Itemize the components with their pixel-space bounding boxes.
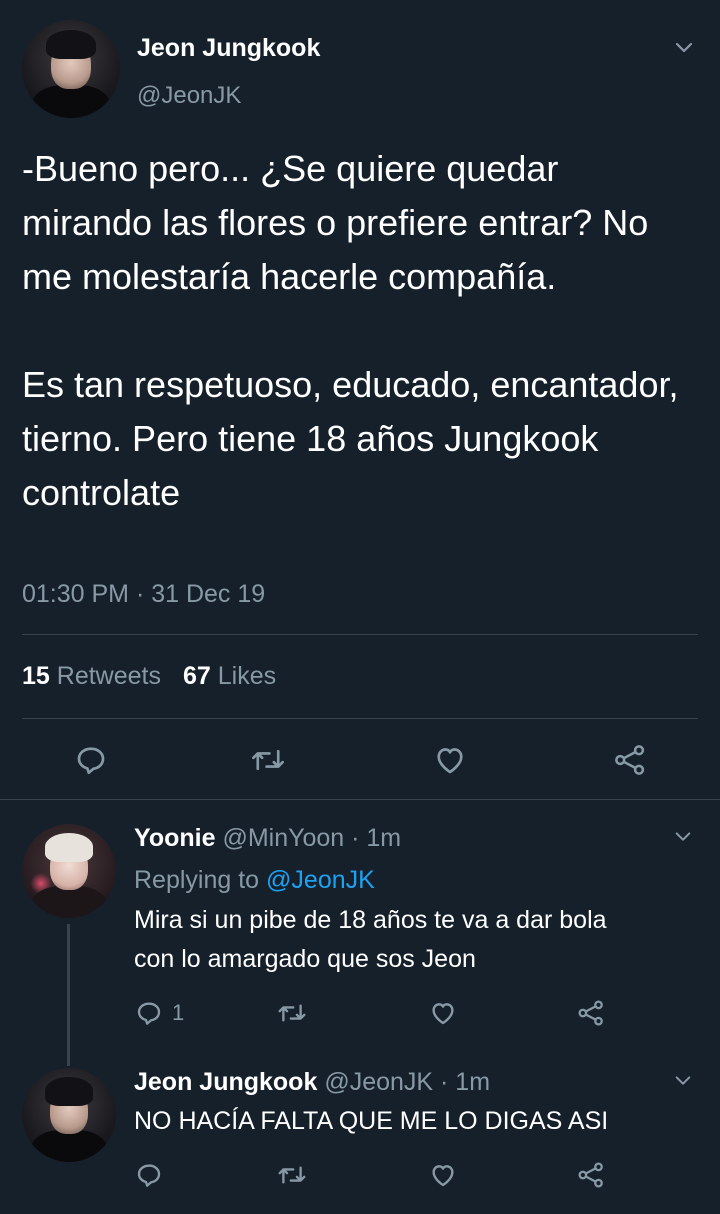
reply-button[interactable]	[134, 1160, 164, 1190]
tweet-thread-screen: Jeon Jungkook @JeonJK -Bueno pero... ¿Se…	[0, 0, 720, 1214]
main-tweet: Jeon Jungkook @JeonJK -Bueno pero... ¿Se…	[0, 0, 720, 800]
thread-connector	[67, 924, 70, 1066]
retweets-count: 15	[22, 662, 50, 690]
avatar[interactable]	[22, 1068, 116, 1162]
reply-button[interactable]	[73, 742, 109, 778]
reply-header: Jeon Jungkook @JeonJK · 1m	[134, 1068, 490, 1097]
share-icon	[578, 1000, 603, 1026]
reply-count: 1	[172, 1000, 185, 1025]
likes-stat[interactable]: 67 Likes	[183, 662, 276, 690]
retweet-icon	[252, 749, 284, 771]
replying-to: Replying to @JeonJK	[134, 866, 375, 895]
like-icon	[432, 1165, 454, 1187]
replying-prefix: Replying to	[134, 866, 260, 894]
like-icon	[437, 748, 463, 774]
author-handle[interactable]: @JeonJK	[137, 82, 241, 110]
divider	[22, 634, 698, 635]
share-button[interactable]	[576, 1160, 606, 1190]
reply-icon	[77, 747, 105, 775]
reply-text: Mira si un pibe de 18 años te va a dar b…	[134, 906, 607, 973]
reply-button[interactable]: 1	[134, 998, 184, 1028]
retweet-icon	[278, 1004, 306, 1022]
likes-count: 67	[182, 662, 211, 690]
reply-header: Yoonie @MinYoon · 1m	[134, 824, 401, 853]
divider	[22, 718, 698, 719]
author-name[interactable]: Jeon Jungkook	[137, 34, 320, 63]
chevron-down-icon[interactable]	[674, 828, 692, 846]
chevron-down-icon[interactable]	[674, 38, 694, 58]
like-icon	[432, 1003, 454, 1025]
reply-text: NO HACÍA FALTA QUE ME LO DIGAS ASI	[134, 1107, 609, 1135]
like-button[interactable]	[432, 742, 468, 778]
retweet-button[interactable]	[249, 742, 287, 778]
chevron-down-icon[interactable]	[674, 1072, 692, 1090]
like-button[interactable]	[428, 1160, 458, 1190]
retweets-label: Retweets	[56, 662, 161, 690]
author-name[interactable]: Yoonie	[134, 824, 215, 852]
share-button[interactable]	[576, 998, 606, 1028]
avatar[interactable]	[22, 824, 116, 918]
retweet-button[interactable]	[276, 1160, 308, 1190]
tweet-timestamp: 01:30 PM · 31 Dec 19	[22, 580, 266, 608]
share-icon	[578, 1162, 603, 1188]
handle-time: @MinYoon · 1m	[222, 824, 402, 852]
retweet-button[interactable]	[276, 998, 308, 1028]
tweet-text: -Bueno pero... ¿Se quiere quedar mirando…	[22, 148, 679, 513]
avatar[interactable]	[22, 20, 120, 118]
retweet-icon	[278, 1166, 306, 1184]
author-name[interactable]: Jeon Jungkook	[134, 1068, 317, 1096]
retweets-stat[interactable]: 15 Retweets	[22, 662, 161, 690]
share-icon	[615, 745, 645, 775]
engagement-counts: 15 Retweets 67 Likes	[22, 662, 276, 691]
mention-link[interactable]: @JeonJK	[266, 866, 375, 894]
reply-icon	[137, 1002, 161, 1025]
like-button[interactable]	[428, 998, 458, 1028]
likes-label: Likes	[217, 662, 277, 690]
reply-icon	[137, 1164, 161, 1187]
handle-time: @JeonJK · 1m	[324, 1068, 491, 1096]
share-button[interactable]	[612, 742, 648, 778]
